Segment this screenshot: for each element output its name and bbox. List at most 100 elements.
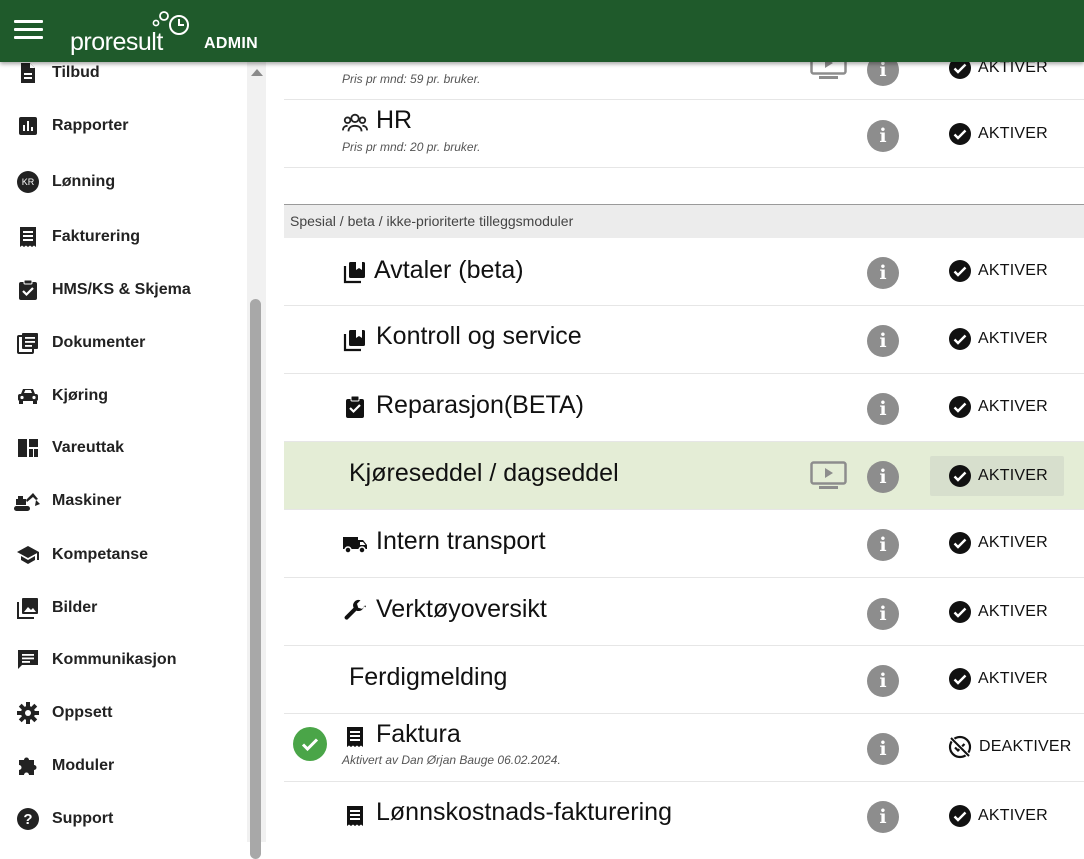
activate-button[interactable]: AKTIVER xyxy=(930,456,1064,496)
sidebar-item-lonning[interactable]: KR Lønning xyxy=(0,162,247,202)
module-row-reparasjon: Reparasjon(BETA) i AKTIVER xyxy=(284,374,1084,442)
sidebar-item-label: Lønning xyxy=(52,173,116,190)
activate-label: AKTIVER xyxy=(978,125,1048,142)
check-circle-icon xyxy=(949,62,971,79)
activate-button[interactable]: AKTIVER xyxy=(930,62,1064,88)
role-label: ADMIN xyxy=(204,35,258,52)
scrollbar-thumb[interactable] xyxy=(250,299,261,859)
receipt-icon xyxy=(342,803,368,829)
info-button[interactable]: i xyxy=(867,120,899,152)
module-price: Pris pr mnd: 59 pr. bruker. xyxy=(342,72,481,86)
people-icon xyxy=(342,110,368,136)
activate-button[interactable]: AKTIVER xyxy=(930,592,1064,632)
info-button[interactable]: i xyxy=(867,393,899,425)
sidebar-item-support[interactable]: ? Support xyxy=(0,799,247,839)
sidebar-item-kompetanse[interactable]: Kompetanse xyxy=(0,535,247,575)
clipboard-check-icon xyxy=(16,278,40,302)
check-circle-icon xyxy=(949,465,971,487)
documents-icon xyxy=(16,331,40,355)
excavator-icon xyxy=(12,489,42,513)
deactivate-button[interactable]: DEAKTIVER xyxy=(930,727,1080,767)
info-button[interactable]: i xyxy=(867,257,899,289)
activate-button[interactable]: AKTIVER xyxy=(930,114,1064,154)
module-row-lonnskostnad: Lønnskostnads-fakturering i AKTIVER xyxy=(284,782,1084,842)
activate-button[interactable]: AKTIVER xyxy=(930,796,1064,836)
sidebar-item-maskiner[interactable]: Maskiner xyxy=(0,481,247,521)
info-button[interactable]: i xyxy=(867,529,899,561)
sidebar-item-label: Kommunikasjon xyxy=(52,651,177,668)
help-circle-icon: ? xyxy=(16,807,40,831)
top-bar: proresult ADMIN xyxy=(0,0,1084,62)
module-title: HR xyxy=(376,106,413,134)
info-button[interactable]: i xyxy=(867,665,899,697)
sidebar-item-tilbud[interactable]: Tilbud xyxy=(0,62,247,93)
module-icon xyxy=(342,62,368,66)
activate-label: AKTIVER xyxy=(978,330,1048,347)
sidebar-item-label: Moduler xyxy=(52,757,115,774)
module-title: Lønnskostnads-fakturering xyxy=(376,798,672,826)
document-icon xyxy=(16,62,40,85)
info-button[interactable]: i xyxy=(867,598,899,630)
module-row-faktura: Faktura Aktivert av Dan Ørjan Bauge 06.0… xyxy=(284,714,1084,782)
check-circle-icon xyxy=(949,532,971,554)
activate-button[interactable]: AKTIVER xyxy=(930,523,1064,563)
check-circle-icon xyxy=(949,601,971,623)
activate-button[interactable]: AKTIVER xyxy=(930,251,1064,291)
deactivate-label: DEAKTIVER xyxy=(979,738,1072,755)
sidebar-item-dokumenter[interactable]: Dokumenter xyxy=(0,323,247,363)
section-title: Spesial / beta / ikke-prioriterte tilleg… xyxy=(290,213,574,229)
info-button[interactable]: i xyxy=(867,325,899,357)
check-circle-icon xyxy=(949,260,971,282)
module-row-kontroll: Kontroll og service i AKTIVER xyxy=(284,306,1084,374)
module-price: Pris pr mnd: 20 pr. bruker. xyxy=(342,140,481,154)
activate-button[interactable]: AKTIVER xyxy=(930,659,1064,699)
sidebar: Tilbud Rapporter KR Lønning Fakturering … xyxy=(0,62,266,842)
activate-label: AKTIVER xyxy=(978,398,1048,415)
images-icon xyxy=(16,596,40,620)
scroll-up-arrow-icon[interactable] xyxy=(251,69,263,76)
sidebar-item-label: HMS/KS & Skjema xyxy=(52,281,191,298)
module-title: Kontroll og service xyxy=(376,322,582,350)
check-circle-icon xyxy=(949,668,971,690)
sidebar-item-hms[interactable]: HMS/KS & Skjema xyxy=(0,270,247,310)
logo[interactable]: proresult ADMIN xyxy=(70,10,270,56)
check-circle-icon xyxy=(949,123,971,145)
activate-button[interactable]: AKTIVER xyxy=(930,387,1064,427)
info-button[interactable]: i xyxy=(867,62,899,86)
sidebar-item-vareuttak[interactable]: Vareuttak xyxy=(0,428,247,468)
sidebar-item-rapporter[interactable]: Rapporter xyxy=(0,106,247,146)
sidebar-item-kommunikasjon[interactable]: Kommunikasjon xyxy=(0,640,247,680)
video-icon[interactable] xyxy=(810,461,847,491)
activate-label: AKTIVER xyxy=(978,603,1048,620)
module-title: Reparasjon(BETA) xyxy=(376,391,584,419)
logo-circles-icon xyxy=(152,11,189,35)
sidebar-item-label: Tilbud xyxy=(52,64,100,81)
check-circle-off-icon xyxy=(948,735,972,759)
sidebar-item-label: Support xyxy=(52,810,114,827)
module-title: Avtaler (beta) xyxy=(374,256,524,284)
sidebar-item-bilder[interactable]: Bilder xyxy=(0,588,247,628)
info-button[interactable]: i xyxy=(867,733,899,765)
library-icon xyxy=(342,327,368,353)
bar-chart-icon xyxy=(16,114,40,138)
receipt-icon xyxy=(16,225,40,249)
sidebar-item-label: Kjøring xyxy=(52,387,108,404)
modules-list: Pris pr mnd: 59 pr. bruker. i AKTIVER HR… xyxy=(284,62,1084,842)
check-circle-icon xyxy=(949,396,971,418)
sidebar-item-label: Vareuttak xyxy=(52,439,125,456)
sidebar-item-moduler[interactable]: Moduler xyxy=(0,746,247,786)
module-activated-by: Aktivert av Dan Ørjan Bauge 06.02.2024. xyxy=(342,753,561,767)
clipboard-check-icon xyxy=(342,394,368,420)
sidebar-scrollbar[interactable] xyxy=(247,62,266,859)
activate-label: AKTIVER xyxy=(978,534,1048,551)
sidebar-item-kjoring[interactable]: Kjøring xyxy=(0,376,247,416)
info-button[interactable]: i xyxy=(867,461,899,493)
sidebar-item-oppsett[interactable]: Oppsett xyxy=(0,693,247,733)
info-button[interactable]: i xyxy=(867,801,899,833)
sidebar-item-fakturering[interactable]: Fakturering xyxy=(0,217,247,257)
video-icon[interactable] xyxy=(810,62,847,81)
activate-button[interactable]: AKTIVER xyxy=(930,319,1064,359)
activate-label: AKTIVER xyxy=(978,670,1048,687)
library-icon xyxy=(342,259,368,285)
menu-icon[interactable] xyxy=(14,20,43,42)
